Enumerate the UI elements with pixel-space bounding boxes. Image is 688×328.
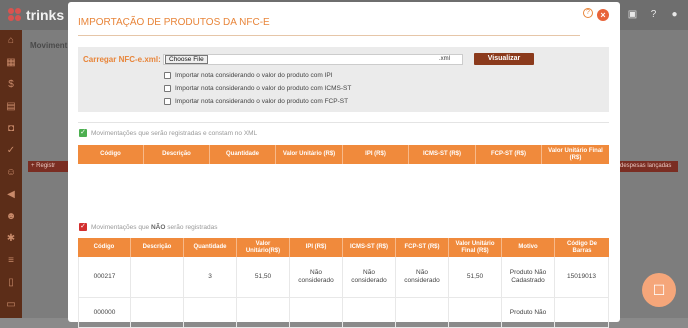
column-header: Código [78, 145, 144, 164]
column-header: ICMS-ST (R$) [409, 145, 476, 164]
help-icon[interactable]: ? [583, 8, 593, 18]
column-header: Valor Unitário (R$) [276, 145, 343, 164]
load-panel: Carregar NFC-e.xml: Choose File .xml Vis… [78, 47, 609, 112]
registered-label: Movimentações que serão registradas e co… [91, 129, 258, 137]
column-header: Descrição [144, 145, 210, 164]
user-icon[interactable]: ☺ [0, 162, 22, 184]
column-header: Valor Unitário(R$) [237, 238, 290, 257]
check-icon[interactable]: ✓ [79, 223, 87, 231]
column-header: Valor Unitário Final (R$) [548, 147, 603, 161]
column-header: Motivo [502, 238, 555, 257]
table-cell: 000000 [78, 298, 131, 328]
logo-text: trinks [26, 7, 65, 23]
close-icon[interactable]: × [597, 9, 609, 21]
table-cell [237, 298, 290, 328]
page-title: Moviment [30, 41, 68, 50]
bag-icon[interactable]: ◘ [0, 118, 22, 140]
option-label: Importar nota considerando o valor do pr… [175, 72, 333, 79]
title-divider [78, 35, 580, 36]
registered-table-header: Código Descrição Quantidade Valor Unitár… [78, 145, 609, 164]
column-header: FCP-ST (R$) [476, 145, 542, 164]
table-cell: 51,50 [237, 257, 290, 298]
table-cell: Não considerado [290, 257, 343, 298]
column-header: Código [78, 238, 131, 257]
option-label: Importar nota considerando o valor do pr… [175, 98, 349, 105]
expenses-button[interactable]: despesas lançadas [616, 161, 678, 172]
gift-icon[interactable]: ▣ [627, 9, 638, 20]
column-header: Valor Unitário Final (R$) [449, 238, 502, 257]
checkbox[interactable] [164, 98, 171, 105]
table-cell [290, 298, 343, 328]
not-registered-label: Movimentações que NÃO serão registradas [91, 223, 218, 231]
column-header: IPI (R$) [343, 145, 409, 164]
column-header: IPI (R$) [290, 238, 343, 257]
table-cell [555, 298, 609, 328]
table-cell: Produto Não Cadastrado [502, 257, 555, 298]
question-icon[interactable]: ? [648, 9, 659, 20]
table-cell [343, 298, 396, 328]
table-cell [131, 257, 184, 298]
register-button[interactable]: + Registr [28, 161, 70, 172]
option-label: Importar nota considerando o valor do pr… [175, 85, 352, 92]
dollar-icon[interactable]: $ [0, 74, 22, 96]
table-cell: 15019013 [555, 257, 609, 298]
table-cell [131, 298, 184, 328]
table-row: 000217 3 51,50 Não considerado Não consi… [78, 257, 609, 298]
section-divider [78, 122, 609, 123]
sidebar: ⌂ ▦ $ ▤ ◘ ✓ ☺ ◀ ☻ ✱ ≡ ▯ ▭ [0, 30, 22, 318]
column-header: Quantidade [184, 238, 237, 257]
gear-icon[interactable]: ✱ [0, 228, 22, 250]
megaphone-icon[interactable]: ◀ [0, 184, 22, 206]
checkbox[interactable] [164, 85, 171, 92]
table-cell [449, 298, 502, 328]
option-fcp-st[interactable]: Importar nota considerando o valor do pr… [164, 98, 348, 105]
load-label: Carregar NFC-e.xml: [83, 55, 161, 64]
chat-icon: ☐ [652, 281, 666, 298]
import-modal: IMPORTAÇÃO DE PRODUTOS DA NFC-E ? × Carr… [68, 2, 620, 328]
column-header: ICMS-ST (R$) [343, 238, 396, 257]
table-cell: Produto Não [502, 298, 555, 328]
document-icon[interactable]: ▯ [0, 272, 22, 294]
modal-title: IMPORTAÇÃO DE PRODUTOS DA NFC-E [78, 17, 270, 28]
registered-toggle[interactable]: ✓ Movimentações que serão registradas e … [79, 129, 257, 137]
avatar[interactable]: ● [669, 9, 680, 20]
not-registered-table-header: Código Descrição Quantidade Valor Unitár… [78, 238, 609, 257]
file-input[interactable]: Choose File .xml [163, 54, 463, 65]
table-row: 000000 Produto Não [78, 298, 609, 328]
table-cell: Não considerado [396, 257, 449, 298]
list-icon[interactable]: ≡ [0, 250, 22, 272]
table-cell [396, 298, 449, 328]
column-header: FCP-ST (R$) [396, 238, 449, 257]
not-registered-toggle[interactable]: ✓ Movimentações que NÃO serão registrada… [79, 223, 217, 231]
chart-icon[interactable]: ▤ [0, 96, 22, 118]
table-cell: 51,50 [449, 257, 502, 298]
checkbox[interactable] [164, 72, 171, 79]
check-icon[interactable]: ✓ [0, 140, 22, 162]
table-cell [184, 298, 237, 328]
clipboard-icon[interactable]: ▭ [0, 294, 22, 316]
calendar-icon[interactable]: ▦ [0, 52, 22, 74]
option-icms-st[interactable]: Importar nota considerando o valor do pr… [164, 85, 351, 92]
logo-icon [8, 8, 22, 22]
check-icon[interactable]: ✓ [79, 129, 87, 137]
chat-button[interactable]: ☐ [642, 273, 676, 307]
table-cell: 000217 [78, 257, 131, 298]
column-header: Código De Barras [567, 240, 597, 254]
table-cell: Não considerado [343, 257, 396, 298]
choose-file-button[interactable]: Choose File [165, 55, 208, 64]
logo[interactable]: trinks [8, 7, 64, 23]
home-icon[interactable]: ⌂ [0, 30, 22, 52]
column-header: Descrição [131, 238, 184, 257]
table-cell: 3 [184, 257, 237, 298]
file-extension: .xml [439, 56, 450, 62]
visualizar-button[interactable]: Visualizar [474, 53, 534, 65]
option-ipi[interactable]: Importar nota considerando o valor do pr… [164, 72, 333, 79]
column-header: Quantidade [210, 145, 276, 164]
people-icon[interactable]: ☻ [0, 206, 22, 228]
